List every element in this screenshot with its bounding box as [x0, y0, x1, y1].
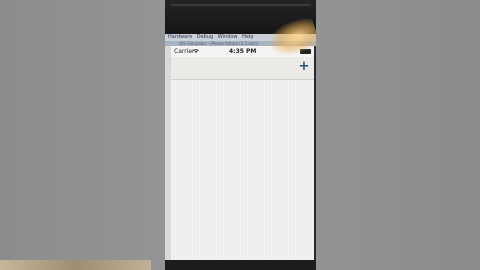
desk-surface [0, 260, 151, 270]
menu-item-help[interactable]: Help [242, 34, 253, 40]
simulator-frame-right [314, 46, 316, 260]
ios-simulator-screen: Carrier 4:35 PM + [171, 46, 314, 260]
wifi-icon [193, 49, 199, 53]
bezel-edge [171, 4, 311, 6]
carrier-label: Carrier [174, 48, 195, 55]
background-left [0, 0, 165, 270]
menu-item-hardware[interactable]: Hardware [168, 34, 192, 40]
monitor-screen: Hardware Debug Window Help iOS Simulator… [165, 0, 316, 270]
background-right [316, 0, 480, 270]
menu-item-debug[interactable]: Debug [197, 34, 213, 40]
menu-item-window[interactable]: Window [218, 34, 238, 40]
empty-table-view[interactable] [171, 80, 314, 260]
status-time: 4:35 PM [229, 48, 257, 55]
add-button[interactable]: + [297, 60, 311, 74]
navigation-bar: + [171, 57, 314, 80]
